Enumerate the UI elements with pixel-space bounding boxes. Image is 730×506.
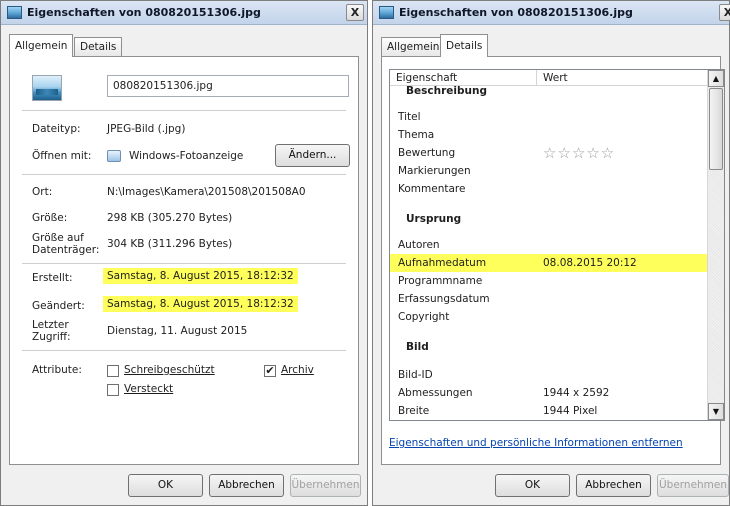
size-label: Größe: bbox=[32, 212, 68, 224]
tab-details[interactable]: Details bbox=[74, 37, 123, 56]
title-bar[interactable]: Eigenschaften von 080820151306.jpg X bbox=[373, 1, 730, 25]
apply-button[interactable]: Übernehmen bbox=[657, 474, 729, 497]
list-item[interactable]: Bewertung ☆☆☆☆☆ bbox=[390, 144, 708, 162]
list-item[interactable]: Abmessungen 1944 x 2592 bbox=[390, 384, 708, 402]
image-file-icon bbox=[379, 6, 394, 19]
scroll-up-icon[interactable]: ▲ bbox=[708, 70, 724, 87]
group-header: Bild bbox=[406, 341, 429, 353]
size-on-disk-label-line2: Datenträger: bbox=[32, 244, 100, 256]
title-bar[interactable]: Eigenschaften von 080820151306.jpg X bbox=[1, 1, 367, 25]
list-item-highlighted[interactable]: Aufnahmedatum 08.08.2015 20:12 bbox=[390, 254, 708, 272]
divider bbox=[22, 110, 346, 111]
list-item[interactable]: Kommentare bbox=[390, 180, 708, 198]
divider bbox=[22, 174, 346, 175]
last-access-label-line1: Letzter bbox=[32, 319, 69, 331]
created-value: Samstag, 8. August 2015, 18:12:32 bbox=[103, 268, 298, 284]
window-title: Eigenschaften von 080820151306.jpg bbox=[399, 6, 633, 19]
list-item[interactable]: Copyright bbox=[390, 308, 708, 326]
details-panel: Eigenschaft Wert Beschreibung Titel Them… bbox=[381, 56, 725, 465]
apply-button[interactable]: Übernehmen bbox=[290, 474, 361, 497]
last-access-label-line2: Zugriff: bbox=[32, 331, 71, 343]
archive-label[interactable]: Archiv bbox=[281, 364, 314, 376]
size-on-disk-label: Größe auf Datenträger: bbox=[32, 232, 99, 256]
close-button[interactable]: X bbox=[346, 4, 364, 21]
list-item[interactable]: Bild-ID bbox=[390, 366, 708, 384]
rating-stars[interactable]: ☆☆☆☆☆ bbox=[543, 144, 615, 162]
list-item[interactable]: Thema bbox=[390, 126, 708, 144]
hidden-label[interactable]: Versteckt bbox=[124, 383, 173, 395]
archive-checkbox[interactable]: ✔ bbox=[264, 365, 276, 377]
open-with-value: Windows-Fotoanzeige bbox=[129, 150, 244, 162]
tab-allgemein[interactable]: Allgemein bbox=[381, 37, 446, 56]
group-header: Ursprung bbox=[406, 213, 462, 225]
image-file-icon bbox=[32, 75, 62, 101]
ok-button[interactable]: OK bbox=[128, 474, 203, 497]
remove-properties-link[interactable]: Eigenschaften und persönliche Informatio… bbox=[389, 437, 683, 449]
location-value: N:\Images\Kamera\201508\201508A0 bbox=[107, 186, 306, 198]
open-with-label: Öffnen mit: bbox=[32, 150, 92, 162]
properties-window-general: Eigenschaften von 080820151306.jpg X All… bbox=[0, 0, 368, 506]
group-header: Beschreibung bbox=[406, 85, 487, 97]
image-file-icon bbox=[7, 6, 22, 19]
vertical-scrollbar[interactable]: ▲ ▼ bbox=[707, 70, 724, 420]
cancel-button[interactable]: Abbrechen bbox=[576, 474, 651, 497]
divider bbox=[22, 263, 346, 264]
cancel-button[interactable]: Abbrechen bbox=[209, 474, 284, 497]
scroll-down-icon[interactable]: ▼ bbox=[708, 403, 724, 420]
size-on-disk-label-line1: Größe auf bbox=[32, 232, 84, 244]
scroll-thumb[interactable] bbox=[709, 88, 723, 170]
list-item[interactable]: Markierungen bbox=[390, 162, 708, 180]
filetype-value: JPEG-Bild (.jpg) bbox=[107, 123, 186, 135]
filetype-label: Dateityp: bbox=[32, 123, 81, 135]
size-value: 298 KB (305.270 Bytes) bbox=[107, 212, 233, 224]
readonly-label[interactable]: Schreibgeschützt bbox=[124, 364, 215, 376]
tab-allgemein[interactable]: Allgemein bbox=[9, 34, 74, 57]
list-item[interactable]: Autoren bbox=[390, 236, 708, 254]
list-item[interactable]: Erfassungsdatum bbox=[390, 290, 708, 308]
tab-details[interactable]: Details bbox=[440, 34, 489, 57]
property-list[interactable]: Eigenschaft Wert Beschreibung Titel Them… bbox=[389, 69, 725, 421]
photo-viewer-icon bbox=[107, 150, 121, 162]
created-label: Erstellt: bbox=[32, 272, 73, 284]
list-item[interactable]: Titel bbox=[390, 108, 708, 126]
change-button[interactable]: Ändern... bbox=[275, 144, 350, 167]
modified-label: Geändert: bbox=[32, 300, 85, 312]
filename-input[interactable]: 080820151306.jpg bbox=[107, 75, 349, 97]
hidden-checkbox[interactable] bbox=[107, 384, 119, 396]
last-access-value: Dienstag, 11. August 2015 bbox=[107, 325, 248, 337]
readonly-checkbox[interactable] bbox=[107, 365, 119, 377]
window-title: Eigenschaften von 080820151306.jpg bbox=[27, 6, 261, 19]
attributes-label: Attribute: bbox=[32, 364, 82, 376]
properties-window-details: Eigenschaften von 080820151306.jpg X All… bbox=[372, 0, 730, 506]
location-label: Ort: bbox=[32, 186, 53, 198]
divider bbox=[22, 350, 346, 351]
size-on-disk-value: 304 KB (311.296 Bytes) bbox=[107, 238, 233, 250]
close-button[interactable]: X bbox=[719, 4, 730, 21]
ok-button[interactable]: OK bbox=[495, 474, 570, 497]
list-item[interactable]: Programmname bbox=[390, 272, 708, 290]
modified-value: Samstag, 8. August 2015, 18:12:32 bbox=[103, 296, 298, 312]
last-access-label: Letzter Zugriff: bbox=[32, 319, 71, 343]
general-panel: 080820151306.jpg Dateityp: JPEG-Bild (.j… bbox=[9, 56, 359, 465]
list-item[interactable]: Breite 1944 Pixel bbox=[390, 402, 708, 420]
